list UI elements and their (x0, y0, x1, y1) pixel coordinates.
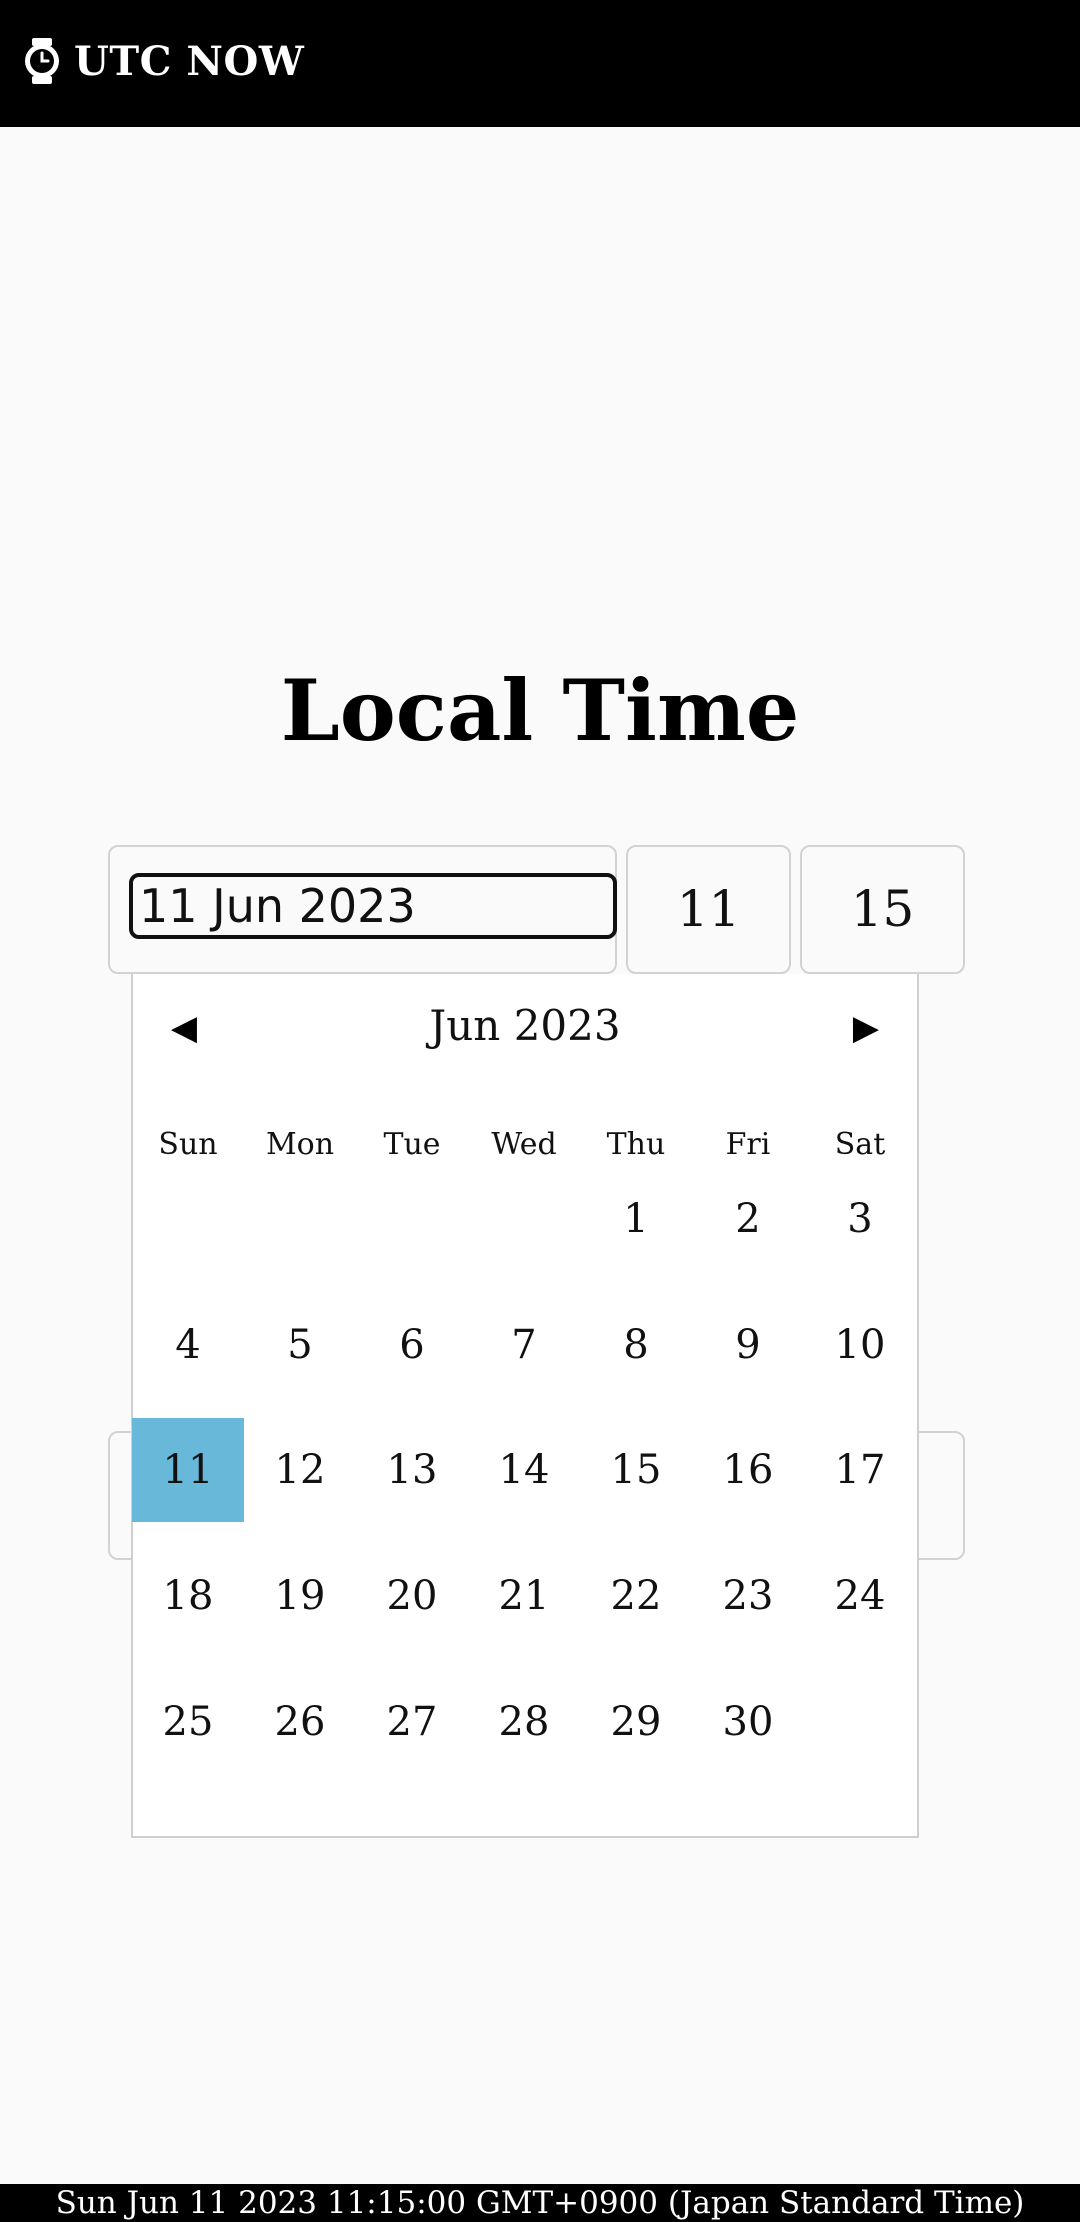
weekday-sat: Sat (834, 1127, 886, 1162)
calendar-day-20[interactable]: 20 (356, 1544, 468, 1648)
calendar-day-3[interactable]: 3 (804, 1167, 916, 1271)
weekday-tue: Tue (383, 1127, 441, 1162)
calendar-day-25[interactable]: 25 (132, 1670, 244, 1774)
date-input[interactable] (129, 873, 617, 939)
calendar-day-1[interactable]: 1 (580, 1167, 692, 1271)
minute-value[interactable]: 15 (800, 845, 965, 974)
calendar-day-15[interactable]: 15 (580, 1418, 692, 1522)
calendar-day-5[interactable]: 5 (244, 1293, 356, 1397)
status-bar: Sun Jun 11 2023 11:15:00 GMT+0900 (Japan… (0, 2184, 1080, 2222)
calendar-day-14[interactable]: 14 (468, 1418, 580, 1522)
weekday-thu: Thu (606, 1127, 666, 1162)
weekday-mon: Mon (265, 1127, 335, 1162)
hour-value[interactable]: 11 (626, 845, 791, 974)
calendar-day-12[interactable]: 12 (244, 1418, 356, 1522)
calendar-month-label: Jun 2023 (429, 1001, 621, 1050)
calendar-day-16[interactable]: 16 (692, 1418, 804, 1522)
weekday-sun: Sun (158, 1127, 218, 1162)
calendar-day-21[interactable]: 21 (468, 1544, 580, 1648)
calendar-day-8[interactable]: 8 (580, 1293, 692, 1397)
calendar-day-11[interactable]: 11 (132, 1418, 244, 1522)
calendar-day-26[interactable]: 26 (244, 1670, 356, 1774)
calendar-day-4[interactable]: 4 (132, 1293, 244, 1397)
calendar-day-19[interactable]: 19 (244, 1544, 356, 1648)
calendar-day-29[interactable]: 29 (580, 1670, 692, 1774)
calendar-day-27[interactable]: 27 (356, 1670, 468, 1774)
next-month-icon[interactable]: ▶ (836, 1000, 896, 1056)
weekday-fri: Fri (725, 1127, 771, 1162)
calendar-day-7[interactable]: 7 (468, 1293, 580, 1397)
app-title: UTC NOW (74, 38, 305, 85)
calendar-day-9[interactable]: 9 (692, 1293, 804, 1397)
calendar-day-30[interactable]: 30 (692, 1670, 804, 1774)
calendar-day-13[interactable]: 13 (356, 1418, 468, 1522)
calendar-day-6[interactable]: 6 (356, 1293, 468, 1397)
calendar-day-22[interactable]: 22 (580, 1544, 692, 1648)
calendar-day-17[interactable]: 17 (804, 1418, 916, 1522)
calendar-day-10[interactable]: 10 (804, 1293, 916, 1397)
calendar-day-2[interactable]: 2 (692, 1167, 804, 1271)
calendar-day-24[interactable]: 24 (804, 1544, 916, 1648)
watch-icon (25, 38, 59, 84)
calendar-day-23[interactable]: 23 (692, 1544, 804, 1648)
calendar-day-18[interactable]: 18 (132, 1544, 244, 1648)
weekday-wed: Wed (491, 1127, 557, 1162)
app-bar: UTC NOW (0, 0, 1080, 127)
page-title: Local Time (280, 661, 800, 760)
calendar-day-28[interactable]: 28 (468, 1670, 580, 1774)
